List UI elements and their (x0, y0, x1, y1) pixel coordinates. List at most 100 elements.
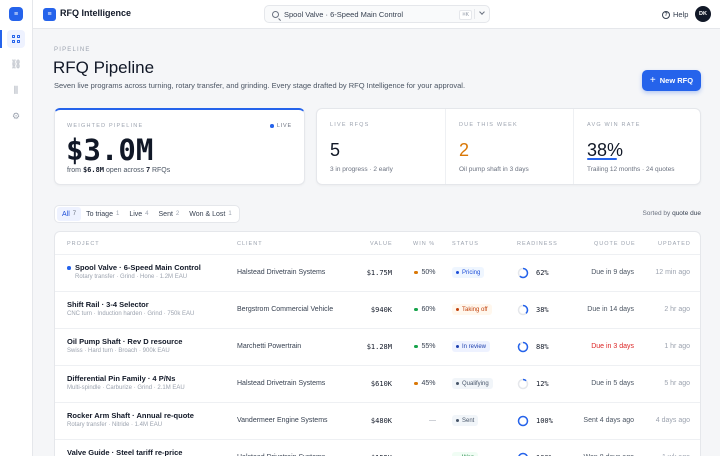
table-row[interactable]: Differential Pin Family · 4 P/Ns Multi-sp… (55, 366, 700, 403)
rfq-value: $480K (370, 417, 392, 425)
rfq-value: $940K (370, 306, 392, 314)
win-percent-empty: — (429, 417, 436, 424)
sidebar: ≡ ⛓ ⫼ ⚙ (0, 0, 33, 456)
status-dot-icon (456, 308, 459, 311)
project-name[interactable]: Spool Valve · 6-Speed Main Control (75, 263, 201, 272)
readiness-ring (517, 378, 529, 390)
live-rfqs-sub: 3 in progress · 2 early (330, 166, 393, 173)
rfq-value: $1.75M (366, 269, 392, 277)
search-input[interactable]: Spool Valve · 6-Speed Main Control (284, 10, 403, 19)
win-rate-kpi: AVG WIN RATE 38% Trailing 12 months · 24… (573, 109, 701, 184)
col-project[interactable]: PROJECT (67, 241, 100, 247)
sub-amount: $6.8M (82, 166, 105, 174)
readiness-ring (517, 415, 529, 427)
live-rfqs-value: 5 (330, 140, 341, 160)
page-title: RFQ Pipeline (53, 58, 155, 77)
project-meta: Swiss · Hard turn · Broach · 900k EAU (67, 348, 170, 354)
filter-count: 4 (145, 211, 149, 217)
sidebar-item-library[interactable]: ⫼ (7, 81, 25, 99)
due-this-week-kpi: DUE THIS WEEK 2 Oil pump shaft in 3 days (445, 109, 573, 184)
win-value: 50% (421, 269, 436, 276)
readiness-percent: 38% (536, 306, 549, 314)
sidebar-item-links[interactable]: ⛓ (7, 55, 25, 73)
weighted-pipeline-card: WEIGHTED PIPELINE LIVE $3.0M from $6.8M … (54, 108, 305, 185)
filter-won-lost[interactable]: Won & Lost 1 (184, 207, 236, 221)
project-name[interactable]: Oil Pump Shaft · Rev D resource (67, 337, 182, 346)
table-row[interactable]: Shift Rail · 3-4 Selector CNC turn · Indu… (55, 292, 700, 329)
link-icon: ⛓ (10, 58, 22, 69)
table-row[interactable]: Spool Valve · 6-Speed Main Control Rotary… (55, 255, 700, 292)
help-button[interactable]: ? Help (662, 10, 688, 19)
table-row[interactable]: Valve Guide · Steel tariff re-priceHalst… (55, 440, 700, 456)
status-badge: In review (452, 341, 491, 352)
rfq-table: PROJECT CLIENT VALUE WIN % STATUS READIN… (54, 231, 701, 456)
status-dot-icon (456, 419, 459, 422)
due-this-week-sub: Oil pump shaft in 3 days (459, 166, 529, 173)
filter-count: 1 (115, 211, 120, 217)
col-updated[interactable]: UPDATED (658, 241, 691, 247)
kpi-label: WEIGHTED PIPELINE (67, 123, 144, 129)
filter-label: Won & Lost (189, 210, 226, 218)
col-status[interactable]: STATUS (452, 241, 479, 247)
col-win[interactable]: WIN % (413, 241, 435, 247)
status-badge: Pricing (452, 267, 485, 278)
filter-all[interactable]: All 7 (57, 207, 82, 221)
updated-time: 12 min ago (655, 269, 690, 276)
search-box[interactable]: Spool Valve · 6-Speed Main Control ⌘K (264, 5, 490, 23)
sort-prefix: Sorted by (642, 210, 671, 217)
weighted-pipeline-value: $3.0M (66, 133, 154, 167)
client-name: Marchetti Powertrain (237, 343, 302, 350)
status-label: Taking off (462, 306, 488, 313)
new-rfq-button[interactable]: + New RFQ (642, 70, 701, 91)
col-client[interactable]: CLIENT (237, 241, 263, 247)
win-dot-icon (414, 307, 418, 312)
settings-icon: ⚙ (11, 110, 21, 121)
client-name: Vandermeer Engine Systems (237, 417, 328, 424)
status-badge: Taking off (452, 304, 492, 315)
app-logo-icon: ≡ (43, 8, 56, 21)
rfq-value: $1.28M (366, 343, 392, 351)
filter-count: 1 (228, 211, 232, 217)
project-name[interactable]: Differential Pin Family · 4 P/Ns (67, 374, 175, 383)
project-name[interactable]: Rocker Arm Shaft · Annual re-quote (67, 411, 194, 420)
sidebar-item-dashboard[interactable] (7, 30, 25, 48)
top-bar: ≡ RFQ Intelligence Spool Valve · 6-Speed… (0, 0, 720, 29)
rfq-value: $610K (370, 380, 392, 388)
table-row[interactable]: Oil Pump Shaft · Rev D resource Swiss · H… (55, 329, 700, 366)
status-dot-icon (456, 271, 459, 274)
table-row[interactable]: Rocker Arm Shaft · Annual re-quote Rotary… (55, 403, 700, 440)
sidebar-item-settings[interactable]: ⚙ (7, 107, 25, 125)
avatar[interactable]: DK (695, 6, 711, 22)
filter-to-triage[interactable]: To triage 1 (81, 207, 124, 221)
filter-live[interactable]: Live 4 (124, 207, 153, 221)
win-dot-icon (414, 344, 418, 349)
project-meta: Multi-spindle · Carburize · Grind · 2.1M… (67, 385, 185, 391)
search-divider (474, 9, 475, 19)
updated-time: 5 hr ago (664, 380, 690, 387)
win-percent: 55% (414, 343, 436, 350)
new-rfq-label: New RFQ (659, 76, 694, 85)
live-indicator: LIVE (270, 123, 292, 129)
win-percent: 50% (414, 269, 436, 276)
project-name[interactable]: Shift Rail · 3-4 Selector (67, 300, 149, 309)
win-value: 45% (421, 380, 436, 387)
page-eyebrow: PIPELINE (54, 47, 91, 53)
col-quote-due[interactable]: QUOTE DUE (594, 241, 636, 247)
quote-due: Due in 9 days (591, 269, 634, 276)
col-value[interactable]: VALUE (370, 241, 393, 247)
win-dot-icon (414, 270, 418, 275)
chevron-down-icon[interactable] (479, 9, 485, 15)
filter-sent[interactable]: Sent 2 (154, 207, 185, 221)
project-name[interactable]: Valve Guide · Steel tariff re-price (67, 448, 182, 456)
kpi-label: AVG WIN RATE (587, 122, 641, 128)
sub-count: 7 (146, 167, 150, 174)
status-label: Sent (462, 417, 475, 424)
status-badge: Sent (452, 415, 479, 426)
status-label: Pricing (462, 269, 481, 276)
quote-due: Due in 3 days (591, 343, 634, 350)
col-readiness[interactable]: READINESS (517, 241, 558, 247)
filter-label: All (62, 210, 70, 218)
sidebar-logo-icon[interactable]: ≡ (9, 7, 23, 21)
project-meta: Rotary transfer · Nitride · 1.4M EAU (67, 422, 163, 428)
sort-control[interactable]: Sorted by quote due (642, 210, 701, 217)
